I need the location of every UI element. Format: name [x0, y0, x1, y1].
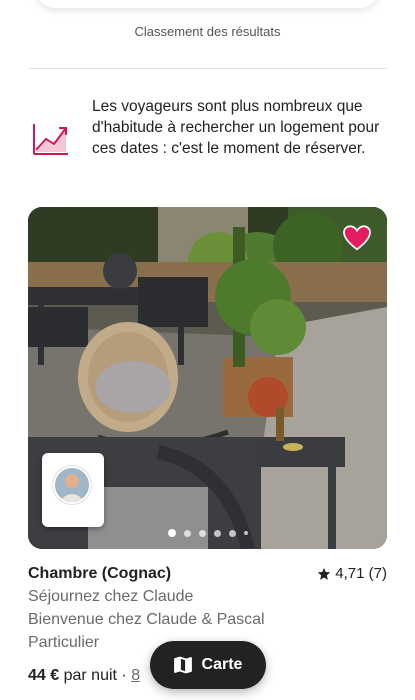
divider: [28, 68, 387, 69]
rating-value: 4,71 (7): [335, 565, 387, 582]
carousel-dot[interactable]: [228, 529, 236, 537]
price-amount: 44 €: [28, 667, 60, 684]
listing-description: Bienvenue chez Claude & Pascal: [28, 611, 265, 628]
avatar: [53, 466, 91, 504]
host-card[interactable]: [42, 453, 104, 527]
carousel-pagination: [28, 529, 387, 537]
rating: 4,71 (7): [317, 563, 387, 585]
price-line: 44 € par nuit · 8: [28, 664, 140, 687]
carousel-dot[interactable]: [167, 529, 176, 537]
carousel-dot[interactable]: [183, 529, 191, 537]
trending-up-chart-icon: [33, 124, 68, 155]
map-button[interactable]: Carte: [150, 641, 266, 689]
listing-photo-carousel[interactable]: [28, 207, 387, 549]
total-price-link[interactable]: 8: [131, 667, 140, 684]
insight-text: Les voyageurs sont plus nombreux que d'h…: [92, 98, 380, 157]
price-suffix: par nuit ·: [63, 667, 127, 684]
star-icon: [318, 567, 331, 580]
listing-subtitle: Séjournez chez Claude: [28, 588, 194, 605]
map-icon: [173, 656, 192, 674]
heart-icon[interactable]: [343, 225, 371, 251]
ranking-link[interactable]: Classement des résultats: [0, 24, 415, 39]
carousel-dot[interactable]: [213, 529, 221, 537]
carousel-dot[interactable]: [198, 529, 206, 537]
search-bar[interactable]: [36, 0, 379, 8]
carousel-dot[interactable]: [243, 531, 248, 535]
map-button-label: Carte: [201, 656, 243, 673]
